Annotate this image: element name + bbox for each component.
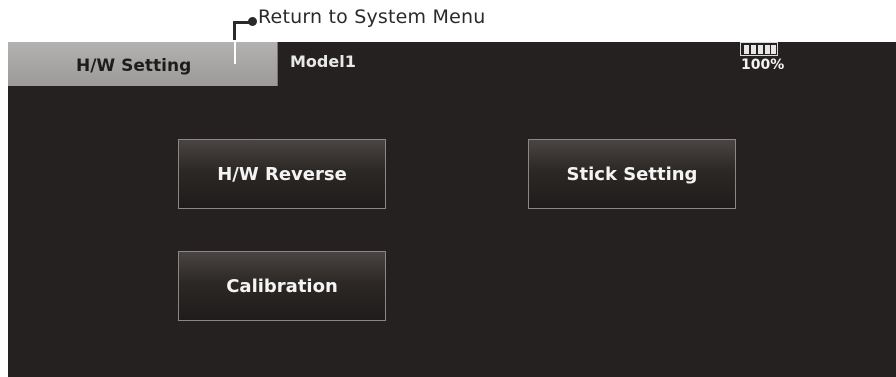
hw-reverse-button[interactable]: H/W Reverse (178, 139, 386, 209)
model-name: Model1 (290, 52, 356, 71)
callout-annotation: Return to System Menu (258, 6, 486, 28)
callout-leader-line (233, 21, 236, 40)
calibration-button[interactable]: Calibration (178, 251, 386, 321)
battery-icon (740, 42, 778, 56)
stick-setting-button[interactable]: Stick Setting (528, 139, 736, 209)
title-tab-return-to-system-menu[interactable]: H/W Setting (8, 42, 278, 86)
callout-bullet-icon (248, 17, 257, 26)
callout-marker (234, 42, 236, 64)
transmitter-screen: H/W Setting Model1 100% H/W Reverse Stic… (8, 42, 896, 377)
battery-percentage: 100% (741, 57, 785, 73)
page-title: H/W Setting (76, 56, 192, 76)
